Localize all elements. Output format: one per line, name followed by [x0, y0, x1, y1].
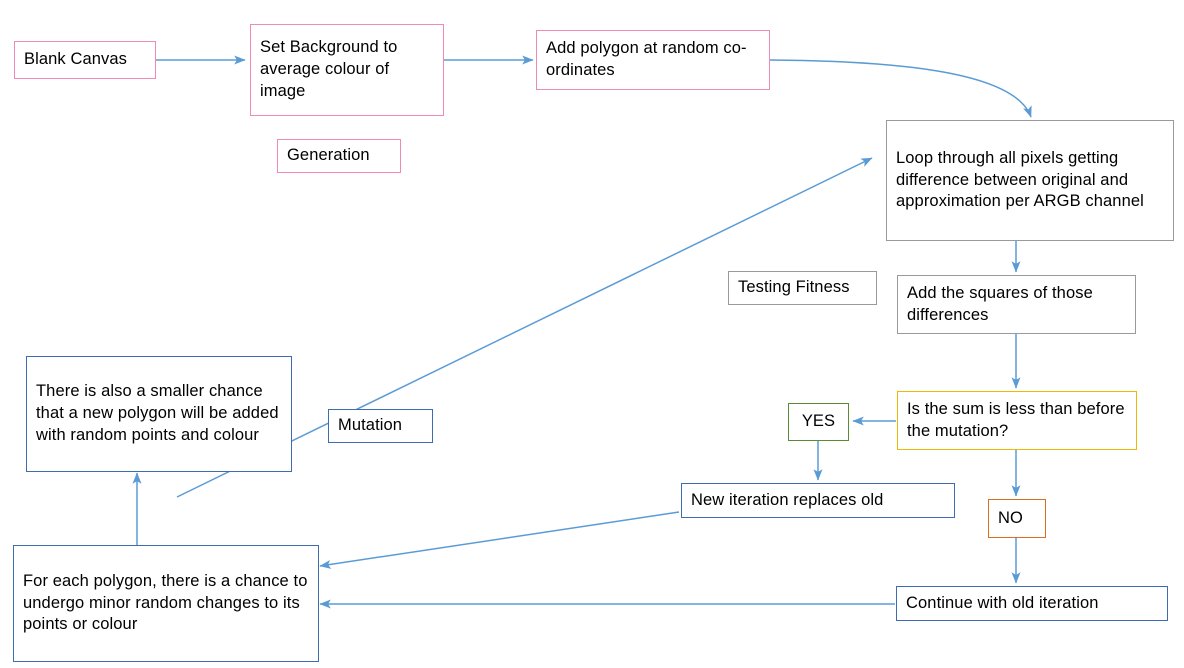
label-yes-text: YES: [801, 412, 836, 431]
label-no[interactable]: NO: [988, 499, 1046, 538]
node-continue-old[interactable]: Continue with old iteration: [896, 586, 1168, 621]
node-new-iteration[interactable]: New iteration replaces old: [681, 483, 955, 518]
node-smaller-chance-label: There is also a smaller chance that a ne…: [36, 382, 279, 444]
node-add-squares-label: Add the squares of those differences: [907, 283, 1093, 324]
node-smaller-chance[interactable]: There is also a smaller chance that a ne…: [26, 356, 292, 472]
node-decision-sum-less[interactable]: Is the sum is less than before the mutat…: [897, 391, 1137, 450]
label-generation[interactable]: Generation: [277, 139, 401, 173]
label-yes[interactable]: YES: [788, 403, 849, 441]
edge-new-iteration-to-each-polygon: [319, 511, 680, 569]
node-set-background[interactable]: Set Background to average colour of imag…: [250, 24, 444, 116]
flowchart-canvas: Blank Canvas Set Background to average c…: [0, 0, 1184, 668]
node-each-polygon[interactable]: For each polygon, there is a chance to u…: [13, 545, 319, 662]
node-each-polygon-label: For each polygon, there is a chance to u…: [23, 571, 308, 634]
node-loop-pixels-label: Loop through all pixels getting differen…: [896, 148, 1144, 211]
node-decision-sum-less-label: Is the sum is less than before the mutat…: [907, 399, 1125, 440]
node-add-polygon-label: Add polygon at random co-ordinates: [546, 39, 747, 79]
label-no-text: NO: [998, 508, 1023, 527]
label-mutation[interactable]: Mutation: [328, 409, 433, 443]
node-add-squares[interactable]: Add the squares of those differences: [897, 275, 1136, 334]
node-new-iteration-label: New iteration replaces old: [691, 490, 884, 509]
node-add-polygon[interactable]: Add polygon at random co-ordinates: [536, 30, 770, 90]
label-generation-text: Generation: [287, 146, 370, 165]
node-continue-old-label: Continue with old iteration: [906, 593, 1099, 612]
node-blank-canvas[interactable]: Blank Canvas: [14, 41, 156, 79]
edge-add-polygon-to-loop-pixels: [769, 59, 1032, 118]
node-blank-canvas-label: Blank Canvas: [24, 50, 128, 69]
node-set-background-label: Set Background to average colour of imag…: [260, 38, 398, 100]
label-mutation-text: Mutation: [338, 416, 403, 435]
label-testing-fitness[interactable]: Testing Fitness: [728, 271, 877, 305]
node-loop-pixels[interactable]: Loop through all pixels getting differen…: [886, 120, 1174, 241]
label-testing-fitness-text: Testing Fitness: [738, 278, 850, 297]
